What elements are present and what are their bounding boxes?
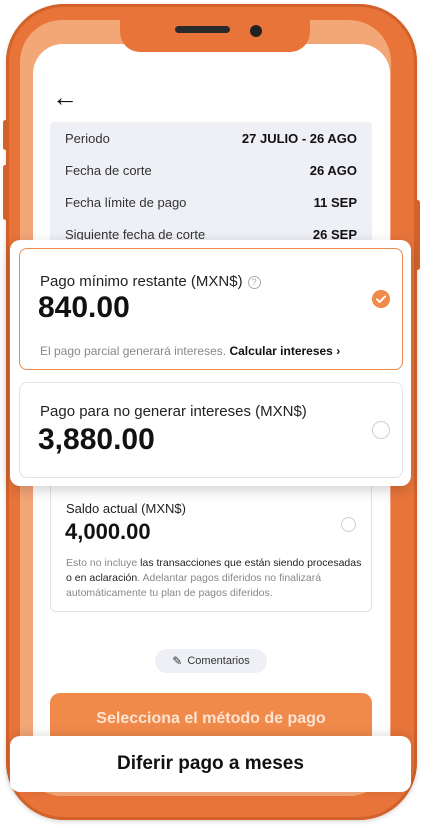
- side-button: [415, 200, 420, 270]
- info-row-cutoff: Fecha de corte 26 AGO: [65, 159, 357, 181]
- info-value: 27 JULIO - 26 AGO: [241, 130, 357, 146]
- no-interest-amount: 3,880.00: [38, 423, 155, 456]
- note-text: Esto no incluye: [66, 557, 138, 569]
- info-value: 26 AGO: [309, 162, 357, 178]
- info-value: 11 SEP: [313, 194, 357, 210]
- side-button: [3, 165, 8, 220]
- info-row-due-date: Fecha límite de pago 11 SEP: [65, 191, 357, 213]
- info-label: Fecha de corte: [65, 162, 152, 178]
- balance-radio[interactable]: [341, 517, 356, 532]
- minimum-payment-amount: 840.00: [38, 291, 130, 324]
- payment-options-card: Pago mínimo restante (MXN$)? 840.00 El p…: [10, 240, 411, 486]
- minimum-payment-label: Pago mínimo restante (MXN$)?: [40, 273, 261, 290]
- comments-label: Comentarios: [187, 655, 250, 667]
- camera: [250, 25, 262, 37]
- comments-button[interactable]: ✎ Comentarios: [155, 649, 267, 673]
- info-row-period: Periodo 27 JULIO - 26 AGO: [65, 127, 357, 149]
- info-label: Fecha límite de pago: [65, 194, 187, 210]
- no-interest-radio[interactable]: [372, 421, 390, 439]
- minimum-payment-option[interactable]: Pago mínimo restante (MXN$)? 840.00 El p…: [19, 248, 403, 370]
- info-label: Periodo: [65, 130, 110, 146]
- statement-info: Periodo 27 JULIO - 26 AGO Fecha de corte…: [50, 122, 372, 252]
- balance-note: Esto no incluye las transacciones que es…: [66, 556, 366, 601]
- no-interest-label: Pago para no generar intereses (MXN$): [40, 403, 307, 420]
- no-interest-option[interactable]: Pago para no generar intereses (MXN$) 3,…: [19, 382, 403, 478]
- back-button[interactable]: ←: [44, 76, 86, 118]
- speaker: [175, 26, 230, 33]
- help-icon[interactable]: ?: [247, 276, 261, 289]
- note-text: El pago parcial generará intereses.: [40, 344, 227, 358]
- calculate-interest-link[interactable]: Calcular intereses ›: [229, 344, 340, 358]
- balance-amount: 4,000.00: [65, 519, 151, 544]
- balance-option[interactable]: Saldo actual (MXN$) 4,000.00 Esto no inc…: [50, 486, 372, 612]
- arrow-left-icon: ←: [52, 81, 78, 112]
- side-button: [3, 120, 8, 150]
- label-text: Pago mínimo restante (MXN$): [40, 273, 243, 290]
- checkmark-icon[interactable]: [372, 290, 390, 308]
- defer-payment-button[interactable]: Diferir pago a meses: [10, 736, 411, 792]
- balance-label: Saldo actual (MXN$): [66, 501, 186, 516]
- notch: [120, 20, 310, 52]
- partial-payment-note: El pago parcial generará intereses. Calc…: [40, 344, 340, 358]
- pencil-icon: ✎: [172, 654, 183, 668]
